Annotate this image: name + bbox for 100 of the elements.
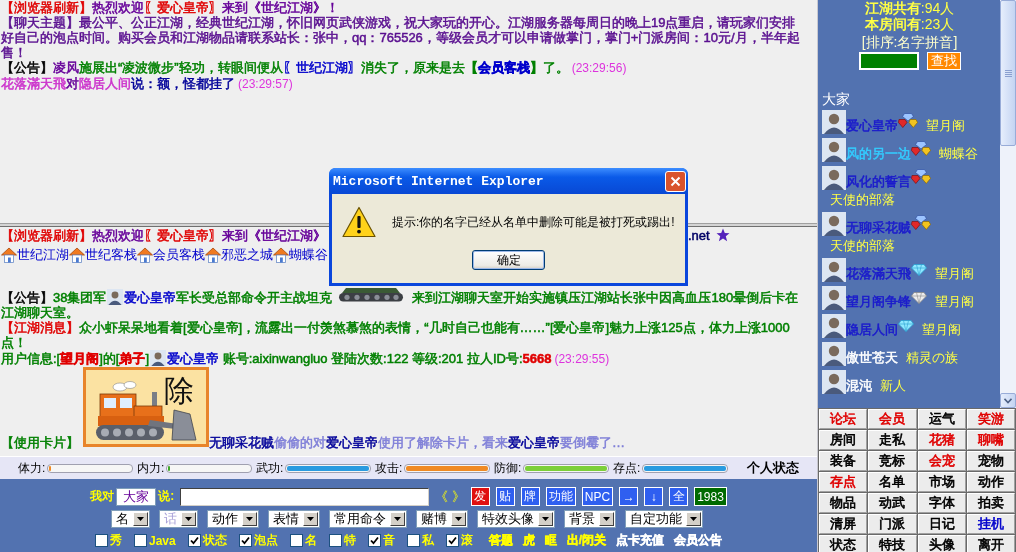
star-icon (715, 228, 730, 242)
checkbox[interactable] (187, 534, 201, 547)
menu-button[interactable]: 存点 (819, 472, 868, 492)
menu-button[interactable]: 动武 (868, 493, 917, 513)
dropdown[interactable]: 常用命令 (329, 509, 407, 528)
stat-label: 武功: (256, 459, 285, 477)
toolbar-button[interactable]: → (619, 487, 639, 506)
toolbar-link[interactable]: 出/闭关 (566, 532, 606, 549)
checkmark-icon (240, 536, 250, 545)
dropdown[interactable]: 背景 (564, 509, 616, 528)
menu-button[interactable]: 离开 (966, 535, 1015, 552)
personal-status-label: 个人状态 (747, 459, 799, 477)
toolbar-button[interactable]: 贴 (495, 487, 515, 506)
room-link[interactable]: 世纪客栈 (85, 247, 137, 262)
stat-label: 存点: (613, 459, 642, 477)
group-name: 蝴蝶谷 (939, 146, 978, 161)
menu-button[interactable]: 笑游 (966, 409, 1015, 429)
dropdown[interactable]: 动作 (207, 509, 259, 528)
room-link[interactable]: 会员客栈 (153, 247, 205, 262)
checkbox[interactable] (406, 534, 420, 547)
menu-button[interactable]: 运气 (917, 409, 966, 429)
toolbar-button[interactable]: 功能 (545, 487, 576, 506)
toolbar-button[interactable]: 1983 (694, 487, 727, 506)
dropdown-arrow-icon (599, 511, 614, 526)
menu-button[interactable]: 名单 (868, 472, 917, 492)
menu-button[interactable]: 门派 (868, 514, 917, 534)
checkbox-label: 泡点 (253, 532, 278, 549)
toolbar-button[interactable]: ↓ (644, 487, 664, 506)
scroll-down-button[interactable] (1000, 393, 1016, 408)
checkbox-label: 状态 (202, 532, 227, 549)
menu-button[interactable]: 日记 (917, 514, 966, 534)
menu-button[interactable]: 装备 (819, 451, 868, 471)
room-link[interactable]: 世纪江湖 (17, 247, 69, 262)
menu-button[interactable]: 物品 (819, 493, 868, 513)
menu-button[interactable]: 竞标 (868, 451, 917, 471)
user-name[interactable]: 傲世苍天 (846, 350, 898, 365)
menu-button[interactable]: 挂机 (966, 514, 1015, 534)
menu-button[interactable]: 状态 (819, 535, 868, 552)
bracket-button[interactable]: 《 》 (435, 487, 465, 506)
menu-button[interactable]: 特技 (868, 535, 917, 552)
speaker-label: 我对 (90, 488, 115, 505)
toolbar-link[interactable]: 会员公告 (674, 532, 722, 549)
search-field[interactable] (858, 52, 919, 70)
menu-button[interactable]: 宠物 (966, 451, 1015, 471)
timestamp: (23:29:57) (238, 77, 293, 91)
checkbox[interactable] (289, 534, 303, 547)
group-name: 望月阁 (926, 118, 965, 133)
toolbar-button[interactable]: 全 (669, 487, 689, 506)
everyone-link[interactable]: 大家 (822, 91, 997, 107)
toolbar-link[interactable]: 虎 (522, 532, 535, 549)
dropdown[interactable]: 表情 (268, 509, 320, 528)
checkbox-label: Java (148, 533, 176, 548)
checkbox[interactable] (238, 534, 252, 547)
ok-button[interactable]: 确定 (472, 250, 545, 270)
message-input[interactable] (180, 487, 430, 506)
gems-icon (911, 141, 931, 156)
menu-button[interactable]: 拍卖 (966, 493, 1015, 513)
message-text: 【浏览器刷新】热烈欢迎〖爱心皇帝〗来到《世纪江湖》！ (1, 0, 340, 15)
dropdown[interactable]: 名 (111, 509, 150, 528)
dialog-title: Microsoft Internet Explorer (333, 173, 544, 189)
menu-button[interactable]: 清屏 (819, 514, 868, 534)
menu-button[interactable]: 论坛 (819, 409, 868, 429)
checkbox[interactable] (445, 534, 459, 547)
room-link[interactable]: 邪恶之城 (221, 247, 273, 262)
dropdown[interactable]: 赌博 (416, 509, 468, 528)
toolbar-link[interactable]: 答题 (488, 532, 513, 549)
scrollbar-track[interactable] (1000, 0, 1016, 408)
toolbar-button[interactable]: 发 (470, 487, 490, 506)
toolbar-link[interactable]: 点卡充值 (616, 532, 664, 549)
menu-button[interactable]: 头像 (917, 535, 966, 552)
menu-button[interactable]: 走私 (868, 430, 917, 450)
menu-button[interactable]: 会员 (868, 409, 917, 429)
room-link[interactable]: 蝴蝶谷 (289, 247, 328, 262)
toolbar-button[interactable]: 牌 (520, 487, 540, 506)
menu-button[interactable]: 房间 (819, 430, 868, 450)
dropdown[interactable]: 自定功能 (625, 509, 703, 528)
menu-button[interactable]: 聊嘴 (966, 430, 1015, 450)
checkmark-icon (189, 536, 199, 545)
toolbar-button[interactable]: NPC (581, 487, 614, 506)
menu-button[interactable]: 动作 (966, 472, 1015, 492)
dropdown-arrow-icon (390, 511, 405, 526)
checkbox[interactable] (94, 534, 108, 547)
toolbar-link[interactable]: 眶 (544, 532, 557, 549)
checkbox[interactable] (328, 534, 342, 547)
checkbox[interactable] (367, 534, 381, 547)
menu-button[interactable]: 市场 (917, 472, 966, 492)
user-name[interactable]: 混沌 (846, 378, 872, 393)
sort-link[interactable]: [排序:名字拼音] (822, 34, 997, 50)
menu-button[interactable]: 花猪 (917, 430, 966, 450)
dropdown[interactable]: 特效头像 (477, 509, 555, 528)
checkbox[interactable] (133, 534, 147, 547)
checkbox-label: 名 (304, 532, 317, 549)
diamond-icon (898, 320, 914, 332)
checkbox-label: 滚 (460, 532, 473, 549)
recipient-field[interactable]: 大家 (116, 487, 157, 506)
avatar-icon (822, 342, 846, 366)
scrollbar-thumb[interactable] (1000, 0, 1016, 146)
menu-button[interactable]: 字体 (917, 493, 966, 513)
close-button[interactable] (665, 170, 686, 192)
menu-button[interactable]: 会宠 (917, 451, 966, 471)
